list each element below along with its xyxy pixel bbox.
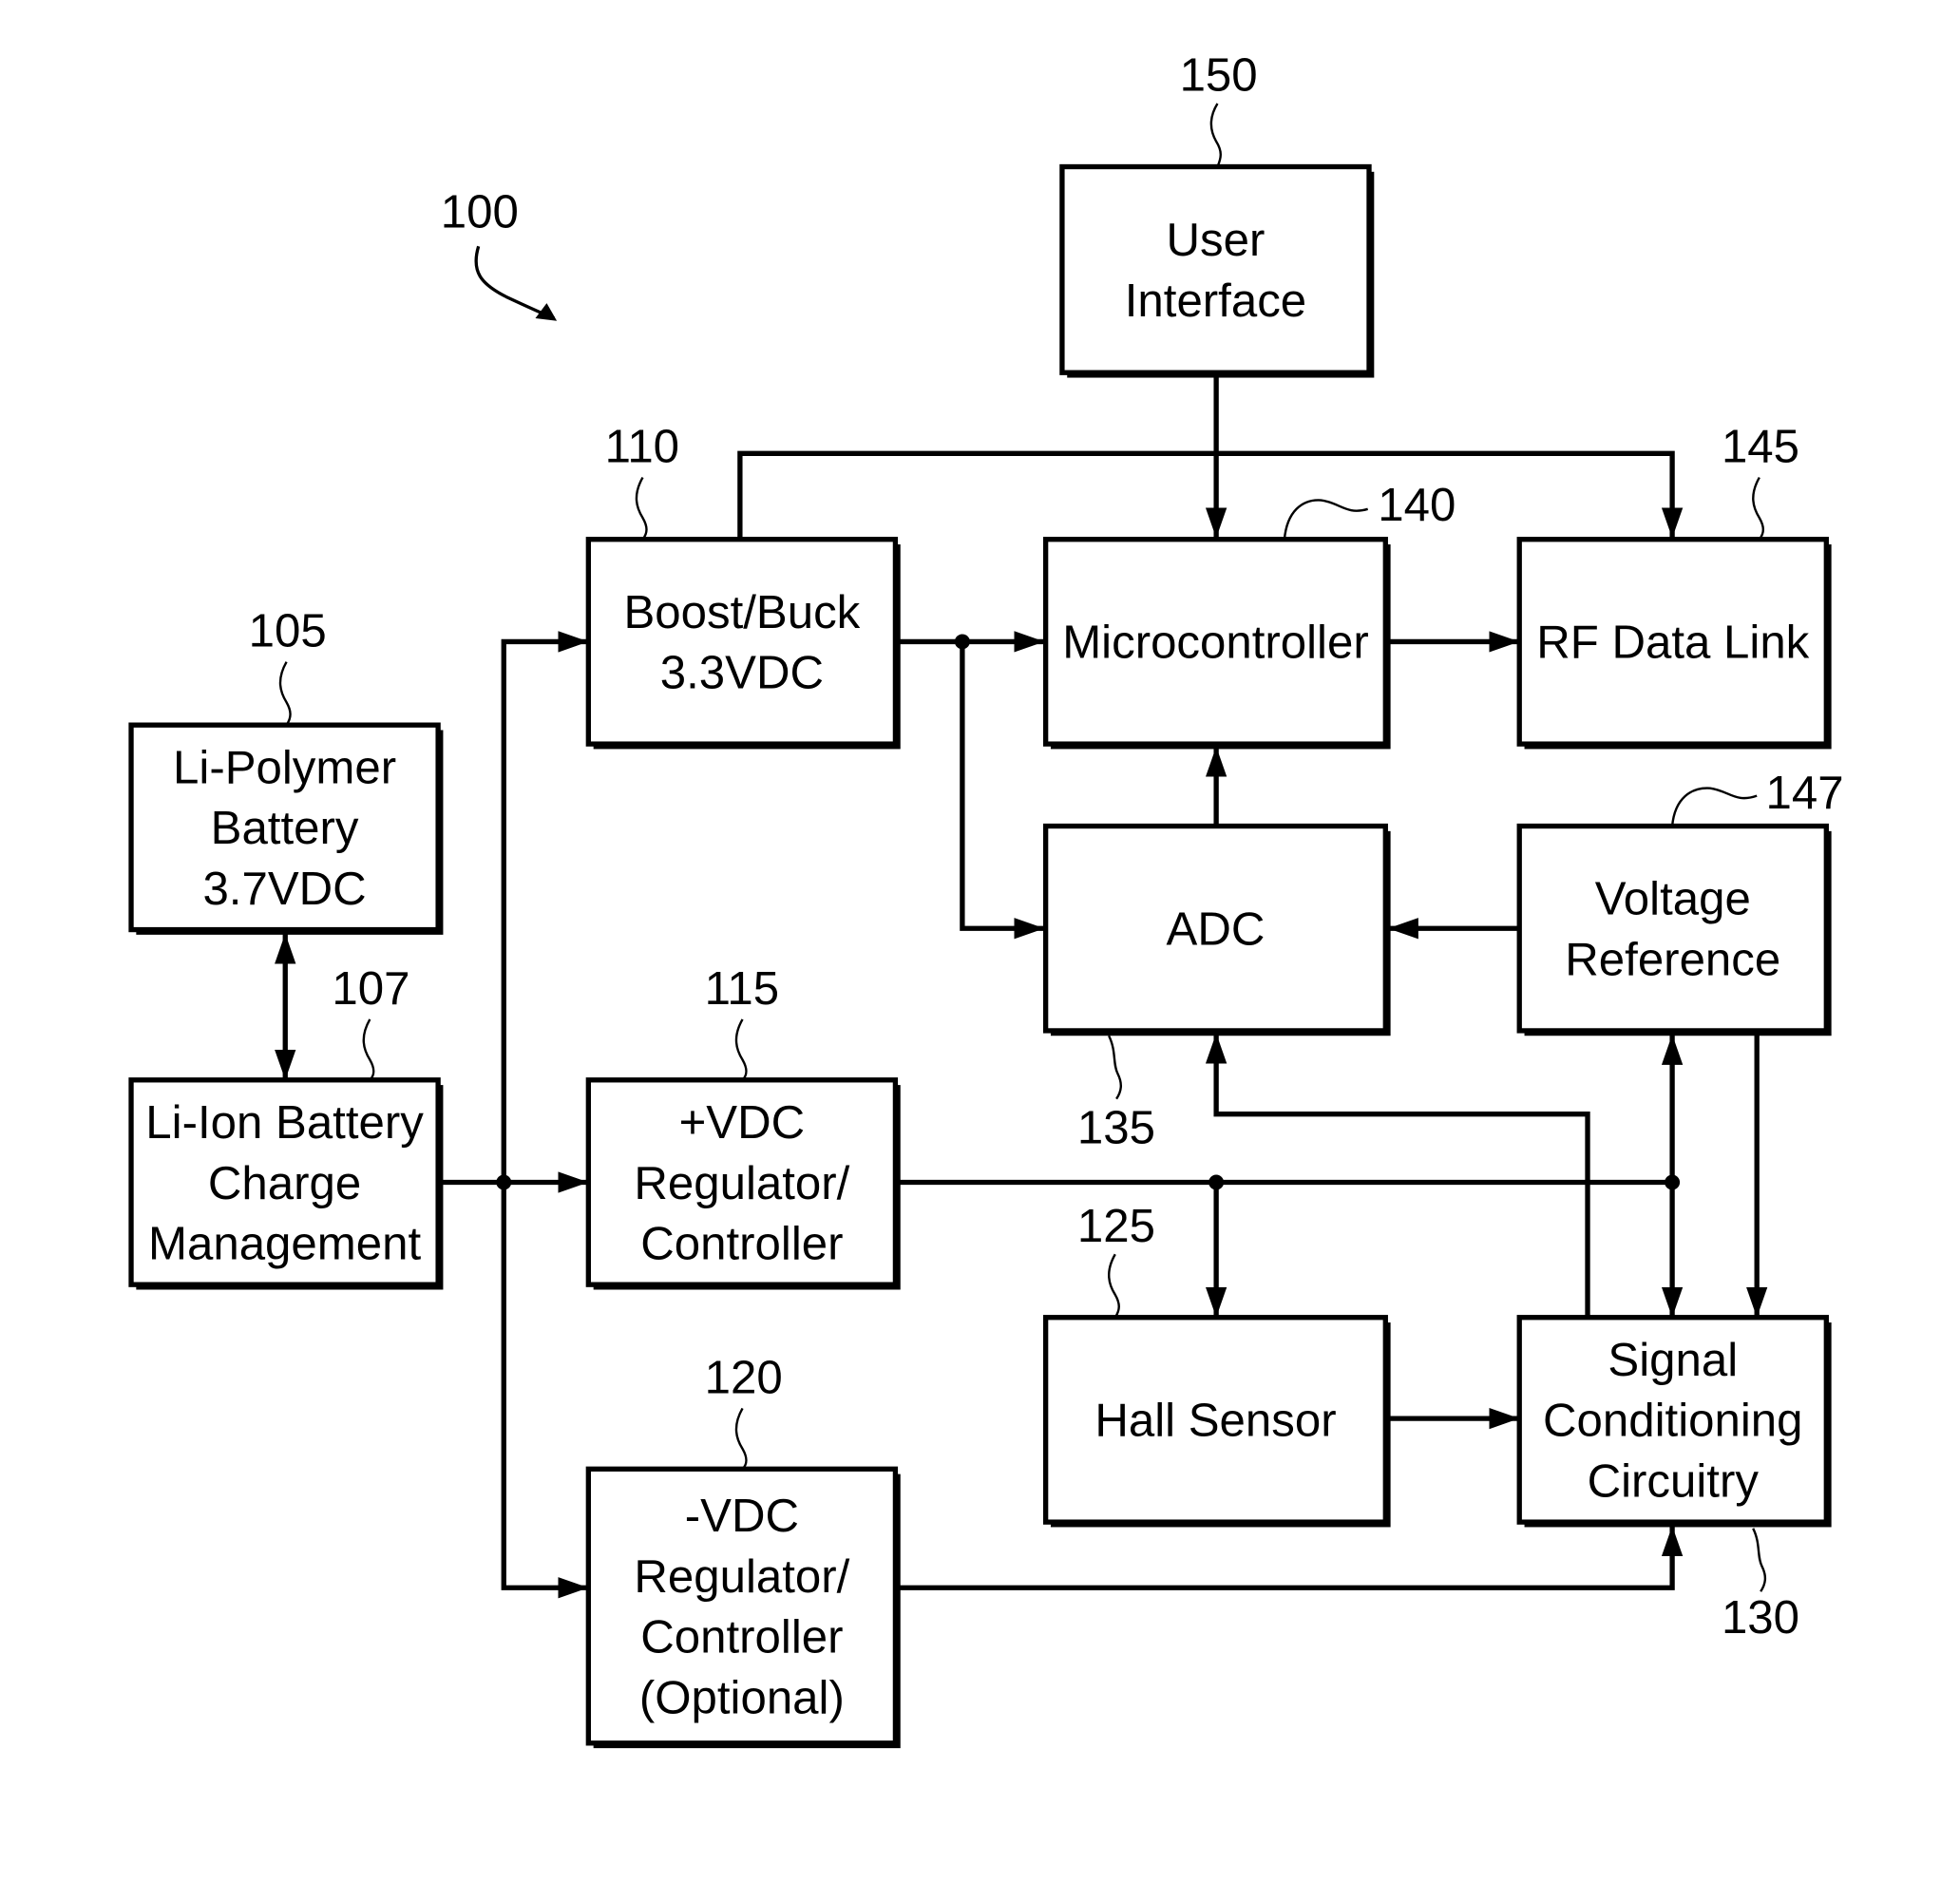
wire-boost-to-rf — [737, 450, 1684, 539]
reference-numeral: 105 — [249, 605, 327, 657]
junction-dot — [1208, 1174, 1225, 1190]
reference-numeral: 115 — [705, 962, 779, 1015]
block-label-line: Controller — [640, 1218, 843, 1270]
reference-numeral: 110 — [605, 421, 679, 473]
figure-ref-100: 100 — [441, 185, 558, 321]
block-microcontroller: Microcontroller 140 — [1042, 479, 1456, 750]
wire-minusvdc-to-signal — [898, 1526, 1684, 1590]
block-boost-buck: Boost/Buck 3.3VDC 110 — [585, 421, 901, 750]
block-label-line: (Optional) — [639, 1672, 845, 1724]
block-label-line: RF Data Link — [1536, 617, 1809, 669]
block-diagram: 100 UserInterface150Boost/Buck3.3VDC110M… — [128, 49, 1844, 1749]
block-label-line: ADC — [1167, 903, 1265, 956]
reference-numeral: 125 — [1077, 1200, 1155, 1252]
block-user-interface: User Interface 150 — [1059, 49, 1375, 378]
junction-dot — [496, 1174, 512, 1190]
reference-numeral: 147 — [1765, 767, 1843, 819]
block-label-line: Charge — [208, 1157, 361, 1209]
reference-leader-line — [734, 1407, 748, 1471]
block-label-line: Regulator/ — [634, 1157, 849, 1209]
block-label-line: -VDC — [685, 1490, 799, 1542]
block-label-line: Battery — [211, 802, 359, 854]
reference-leader-line — [1108, 1035, 1122, 1100]
block-label-line: Interface — [1125, 275, 1306, 327]
wire-charge-to-boost — [501, 631, 589, 1183]
wire-signal-to-adc — [1205, 1033, 1590, 1318]
reference-leader-line — [362, 1018, 375, 1081]
reference-leader-line — [635, 476, 648, 541]
reference-numeral: 140 — [1378, 479, 1456, 531]
reference-numeral: 150 — [1180, 49, 1258, 102]
figure-ref-label: 100 — [441, 185, 519, 238]
wire-boost-to-adc — [960, 641, 1045, 940]
wire-charge-to-minusvdc — [501, 1182, 589, 1599]
block-minus-vdc: -VDC Regulator/Controller (Optional) 120 — [585, 1352, 901, 1749]
blocks: User Interface 150 Boost/Buck 3.3VDC 110 Micro… — [128, 49, 1844, 1749]
block-label-line: Voltage — [1595, 873, 1751, 925]
reference-numeral: 135 — [1077, 1101, 1155, 1153]
block-label-line: Li-Polymer — [173, 741, 396, 793]
block-label-line: Regulator/ — [634, 1550, 849, 1603]
block-voltage-reference: Voltage Reference 147 — [1516, 767, 1844, 1036]
reference-leader-line — [278, 661, 292, 726]
block-label-line: Microcontroller — [1062, 617, 1369, 669]
block-li-polymer: Li-Polymer Battery 3.7VDC 105 — [128, 605, 444, 935]
reference-numeral: 107 — [332, 962, 409, 1015]
block-label-line: Li-Ion Battery — [145, 1096, 424, 1149]
block-label-line: Conditioning — [1543, 1395, 1802, 1447]
block-label-line: User — [1167, 214, 1265, 266]
block-plus-vdc: +VDC Regulator/Controller 115 — [585, 962, 901, 1290]
block-label-line: Hall Sensor — [1094, 1395, 1336, 1447]
junction-dot — [1665, 1174, 1681, 1190]
reference-leader-line — [1670, 787, 1758, 827]
block-label-line: Signal — [1608, 1334, 1738, 1386]
block-label-line: Reference — [1565, 933, 1780, 985]
block-label-line: 3.3VDC — [660, 647, 824, 699]
block-label-line: +VDC — [679, 1096, 806, 1149]
reference-leader-line — [1752, 476, 1765, 541]
reference-leader-line — [1283, 499, 1369, 540]
block-label-line: Management — [148, 1218, 421, 1270]
reference-numeral: 145 — [1722, 421, 1799, 473]
reference-numeral: 130 — [1722, 1591, 1799, 1644]
block-label-line: Boost/Buck — [623, 586, 860, 638]
block-label-line: Controller — [640, 1611, 843, 1663]
block-frame — [1516, 823, 1829, 1034]
block-frame — [585, 537, 899, 747]
reference-leader-line — [1752, 1528, 1767, 1592]
reference-leader-line — [1108, 1253, 1120, 1319]
junction-dot — [954, 634, 970, 650]
block-label-line: Circuitry — [1588, 1455, 1760, 1508]
block-frame — [1059, 163, 1372, 375]
reference-leader-line — [1209, 103, 1222, 167]
block-rf-data-link: RF Data Link 145 — [1516, 421, 1832, 750]
figure-ref-arrow-line — [474, 245, 556, 320]
reference-numeral: 120 — [705, 1352, 783, 1404]
reference-leader-line — [734, 1018, 748, 1081]
block-label-line: 3.7VDC — [202, 863, 366, 915]
block-signal-conditioning: Signal Conditioning Circuitry 130 — [1516, 1315, 1832, 1644]
